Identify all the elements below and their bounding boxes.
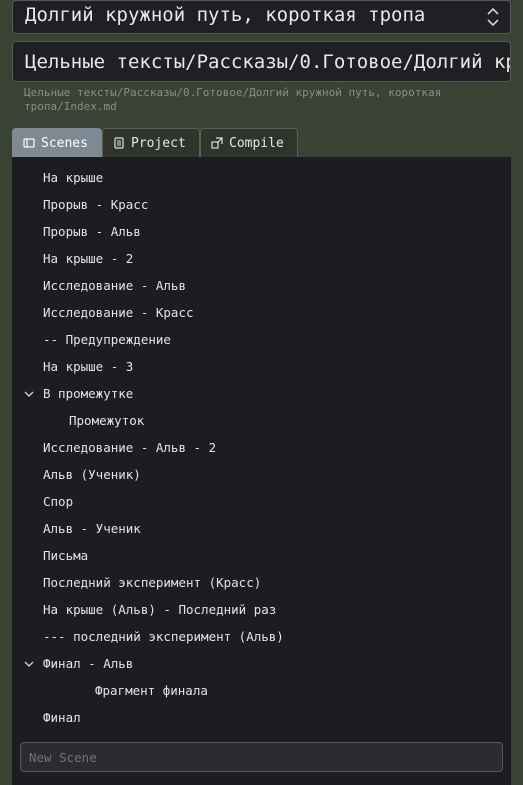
scene-item[interactable]: --- последний эксперимент (Альв) xyxy=(43,629,284,645)
new-scene-input[interactable] xyxy=(20,742,503,772)
scenes-panel: На крыше Прорыв - Красс Прорыв - Альв На… xyxy=(12,157,511,785)
scene-item[interactable]: Последний эксперимент (Красс) xyxy=(43,575,261,591)
tab-scenes[interactable]: Scenes xyxy=(12,128,102,157)
compile-icon xyxy=(211,137,223,149)
index-path-value: Цельные тексты/Рассказы/0.Готовое/Долгий… xyxy=(25,51,510,73)
scene-item[interactable]: Финал xyxy=(43,710,81,726)
scene-item[interactable]: На крыше xyxy=(43,170,103,186)
scene-item[interactable]: Письма xyxy=(43,548,88,564)
tab-project-label: Project xyxy=(131,135,186,151)
scene-group[interactable]: В промежутке xyxy=(43,386,133,402)
tab-scenes-label: Scenes xyxy=(41,135,88,151)
scene-item[interactable]: На крыше - 3 xyxy=(43,359,133,375)
scene-item[interactable]: На крыше (Альв) - Последний раз xyxy=(43,602,276,618)
chevron-down-icon[interactable] xyxy=(23,658,35,670)
chevron-down-icon[interactable] xyxy=(23,388,35,400)
scene-group[interactable]: Финал - Альв xyxy=(43,656,133,672)
scene-item[interactable]: На крыше - 2 xyxy=(43,251,133,267)
tab-compile-label: Compile xyxy=(229,135,284,151)
index-path-hint: Цельные тексты/Рассказы/0.Готовое/Долгий… xyxy=(24,86,442,113)
scene-item[interactable]: -- Предупреждение xyxy=(43,332,171,348)
scenes-icon xyxy=(23,138,35,148)
scene-item[interactable]: Исследование - Альв - 2 xyxy=(43,440,216,456)
project-select[interactable]: Долгий кружной путь, короткая тропа xyxy=(12,0,511,34)
index-path-field[interactable]: Цельные тексты/Рассказы/0.Готовое/Долгий… xyxy=(12,41,511,82)
scene-item[interactable]: Прорыв - Красс xyxy=(43,197,148,213)
tab-compile[interactable]: Compile xyxy=(200,128,298,157)
scene-item[interactable]: Фрагмент финала xyxy=(95,683,208,699)
scene-item[interactable]: Промежуток xyxy=(69,413,144,429)
chevron-up-down-icon xyxy=(487,7,499,27)
scene-item[interactable]: Исследование - Альв xyxy=(43,278,186,294)
scene-item[interactable]: Исследование - Красс xyxy=(43,305,194,321)
scene-item[interactable]: Альв (Ученик) xyxy=(43,467,141,483)
scene-item[interactable]: Спор xyxy=(43,494,73,510)
project-title: Долгий кружной путь, короткая тропа xyxy=(25,4,426,26)
tab-project[interactable]: Project xyxy=(102,128,200,157)
scene-item[interactable]: Прорыв - Альв xyxy=(43,224,141,240)
document-icon xyxy=(114,137,124,149)
scene-item[interactable]: Альв - Ученик xyxy=(43,521,141,537)
